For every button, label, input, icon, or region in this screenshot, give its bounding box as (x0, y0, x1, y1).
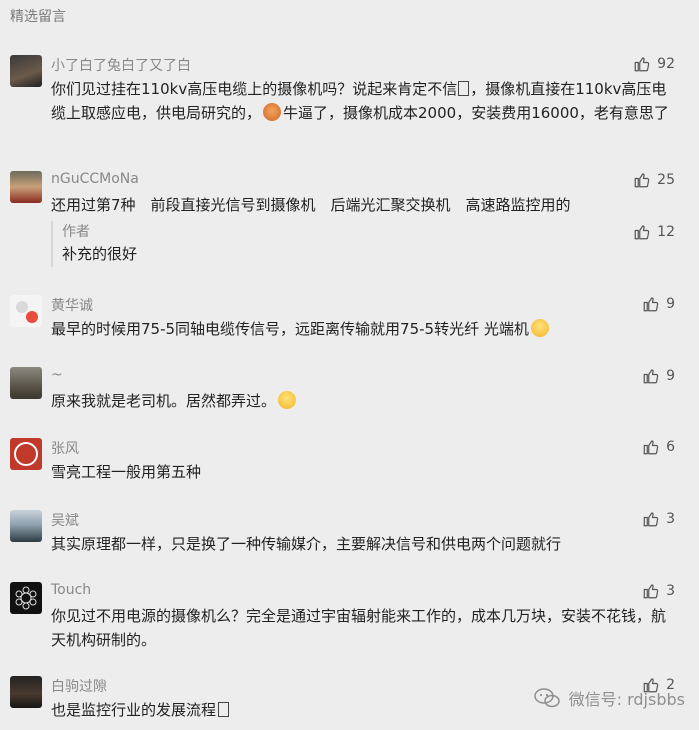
like-count: 3 (666, 511, 675, 527)
thumbs-up-icon (643, 512, 659, 527)
comment-author[interactable]: 张风 (51, 438, 79, 458)
avatar[interactable] (10, 55, 42, 87)
comment-text: 雪亮工程一般用第五种 (51, 463, 202, 481)
like-button[interactable]: 25 (633, 171, 675, 189)
like-button[interactable]: 3 (642, 510, 675, 528)
reply-like-button[interactable]: 12 (633, 223, 675, 241)
like-button[interactable]: 9 (642, 367, 675, 385)
comment-item: 黄华诚 9 最早的时候用75-5同轴电缆传信号，远距离传输就用75-5转光纤 光… (0, 295, 699, 345)
comment-text: 你见过不用电源的摄像机么？完全是通过宇宙辐射能来工作的，成本几万块，安装不花钱，… (51, 607, 667, 649)
comment-text: 最早的时候用75-5同轴电缆传信号，远距离传输就用75-5转光纤 光端机 (51, 317, 671, 341)
thumbs-up-icon (634, 173, 650, 188)
comment-text: 你们见过挂在110kv高压电缆上的摄像机吗？说起来肯定不信 ，摄像机直接在110k… (51, 80, 669, 122)
like-count: 12 (657, 224, 675, 240)
comment-author[interactable]: ~ (51, 367, 63, 383)
comment-item: Touch 3 你见过不用电源的摄像机么？完全是通过宇宙辐射能来工作的，成本几万… (0, 582, 699, 652)
smile-emoji-icon (530, 319, 549, 337)
comment-author[interactable]: 吴斌 (51, 510, 79, 530)
thumbs-up-icon (643, 584, 659, 599)
avatar[interactable] (10, 510, 42, 542)
comment-author[interactable]: nGuCCMoNa (51, 171, 139, 187)
like-button[interactable]: 3 (642, 582, 675, 600)
avatar[interactable] (10, 367, 42, 399)
like-button[interactable]: 6 (642, 438, 675, 456)
comment-author[interactable]: 小了白了兔白了又了白 (51, 55, 191, 75)
avatar[interactable] (10, 582, 42, 614)
comment-item: 吴斌 3 其实原理都一样，只是换了一种传输媒介，主要解决信号和供电两个问题就行 (0, 510, 699, 560)
thumbs-up-icon (634, 225, 650, 240)
comment-author[interactable]: Touch (51, 582, 91, 598)
like-count: 92 (657, 56, 675, 72)
comment-item: 张风 6 雪亮工程一般用第五种 (0, 438, 699, 488)
like-count: 3 (666, 583, 675, 599)
reply-author: 作者 (62, 224, 90, 240)
like-count: 25 (657, 172, 675, 188)
avatar[interactable] (10, 438, 42, 470)
comment-author[interactable]: 白驹过隙 (51, 676, 107, 696)
smile-emoji-icon (278, 391, 297, 409)
thumbs-up-icon (643, 297, 659, 312)
author-reply: 作者 补充的很好 (51, 221, 680, 267)
comment-text: 原来我就是老司机。居然都弄过。 (51, 389, 671, 413)
like-button[interactable]: 92 (633, 55, 675, 73)
like-count: 9 (666, 368, 675, 384)
section-title: 精选留言 (10, 9, 66, 25)
avatar[interactable] (10, 295, 42, 327)
avatar[interactable] (10, 171, 42, 203)
like-count: 6 (666, 439, 675, 455)
thumbs-up-icon (643, 440, 659, 455)
thumbs-up-icon (643, 369, 659, 384)
wechat-watermark: 微信号: rdjsbbs (533, 686, 685, 710)
wechat-icon (533, 688, 560, 708)
comment-author[interactable]: 黄华诚 (51, 295, 93, 315)
emoji-icon (263, 103, 282, 121)
thumbs-up-icon (634, 57, 650, 72)
like-count: 9 (666, 296, 675, 312)
watermark-text: 微信号: rdjsbbs (568, 690, 685, 709)
comment-item: nGuCCMoNa 25 还用过第7种 前段直接光信号到摄像机 后端光汇聚交换机… (0, 171, 699, 271)
reply-text: 补充的很好 (62, 245, 138, 263)
like-button[interactable]: 9 (642, 295, 675, 313)
comment-text: 还用过第7种 前段直接光信号到摄像机 后端光汇聚交换机 高速路监控用的 (51, 196, 571, 214)
comment-item: ~ 9 原来我就是老司机。居然都弄过。 (0, 367, 699, 417)
comment-item: 小了白了兔白了又了白 92 你们见过挂在110kv高压电缆上的摄像机吗？说起来肯… (0, 55, 699, 145)
avatar[interactable] (10, 676, 42, 708)
unknown-glyph-icon (458, 81, 470, 96)
comment-text: 其实原理都一样，只是换了一种传输媒介，主要解决信号和供电两个问题就行 (51, 535, 562, 553)
geometric-logo-icon (15, 586, 37, 610)
unknown-glyph-icon (218, 702, 230, 717)
